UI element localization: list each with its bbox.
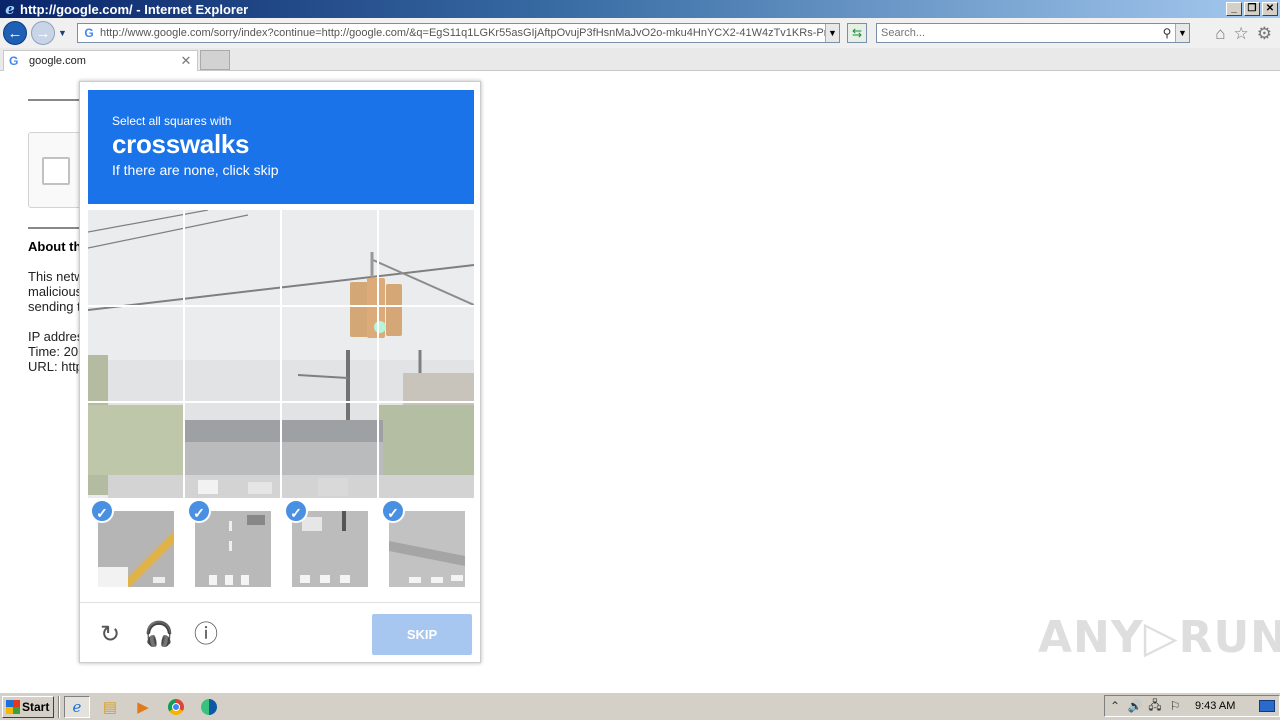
show-desktop-icon[interactable] xyxy=(1259,700,1275,712)
challenge-instruction: Select all squares with xyxy=(112,114,232,128)
challenge-hint: If there are none, click skip xyxy=(112,162,279,178)
history-dropdown[interactable]: ▼ xyxy=(58,28,68,38)
search-box[interactable]: ⚲ ▼ xyxy=(876,23,1190,43)
window-title: http://google.com/ - Internet Explorer xyxy=(20,1,249,17)
selected-tile[interactable] xyxy=(98,511,174,587)
media-player-icon[interactable]: ▶ xyxy=(130,696,156,718)
network-icon[interactable]: 🖧 xyxy=(1145,696,1165,717)
headphones-audio-icon[interactable]: 🎧 xyxy=(144,621,174,649)
selected-tile[interactable] xyxy=(292,511,368,587)
info-icon[interactable]: ⓘ xyxy=(192,621,220,649)
selected-check-icon: ✓ xyxy=(284,499,308,523)
settings-gear-icon[interactable]: ⚙ xyxy=(1257,24,1272,44)
crosswalk-tile-image xyxy=(292,511,368,587)
tab-label: google.com xyxy=(29,55,86,67)
navigation-bar: ← → ▼ G http://www.google.com/sorry/inde… xyxy=(0,18,1280,48)
internet-explorer-icon: e xyxy=(5,0,15,18)
tray-expand-icon[interactable]: ⌃ xyxy=(1105,699,1125,713)
close-button[interactable]: ✕ xyxy=(1262,2,1278,16)
search-input[interactable] xyxy=(877,27,1159,39)
challenge-footer: ↻ 🎧 ⓘ SKIP xyxy=(80,602,480,662)
taskbar-separator xyxy=(58,695,60,718)
selected-tile[interactable] xyxy=(389,511,465,587)
favorites-star-icon[interactable]: ☆ xyxy=(1234,24,1249,44)
tab-bar: G google.com ✕ xyxy=(0,48,1280,71)
crosswalk-tile-image xyxy=(98,511,174,587)
reload-icon[interactable]: ↻ xyxy=(96,621,124,649)
minimize-button[interactable]: _ xyxy=(1226,2,1242,16)
address-dropdown[interactable]: ▼ xyxy=(825,24,839,42)
grid-overlay xyxy=(88,210,474,498)
crosswalk-tile-image xyxy=(389,511,465,587)
selected-tile[interactable] xyxy=(195,511,271,587)
toolbar-icons: ⌂ ☆ ⚙ xyxy=(1215,24,1272,44)
window-titlebar: e http://google.com/ - Internet Explorer… xyxy=(0,0,1280,18)
google-favicon-icon: G xyxy=(84,26,94,40)
new-tab-button[interactable] xyxy=(200,50,230,70)
window-controls: _ ❐ ✕ xyxy=(1226,2,1278,16)
search-dropdown[interactable]: ▼ xyxy=(1175,24,1189,42)
internet-explorer-icon[interactable]: e xyxy=(64,695,90,718)
system-tray: ⌃ 🔊 🖧 ⚐ 9:43 AM xyxy=(1104,695,1280,717)
challenge-image-grid[interactable] xyxy=(88,210,474,498)
chrome-icon[interactable] xyxy=(163,696,189,718)
forward-button[interactable]: → xyxy=(31,21,55,45)
anyrun-watermark: ANY▷RUN xyxy=(1038,612,1280,663)
start-label: Start xyxy=(22,699,50,714)
clock[interactable]: 9:43 AM xyxy=(1195,700,1235,712)
tab-google[interactable]: G google.com ✕ xyxy=(3,50,198,71)
selected-check-icon: ✓ xyxy=(90,499,114,523)
challenge-keyword: crosswalks xyxy=(112,129,250,159)
restore-button[interactable]: ❐ xyxy=(1244,2,1260,16)
home-icon[interactable]: ⌂ xyxy=(1215,24,1225,44)
close-tab-icon[interactable]: ✕ xyxy=(179,53,193,69)
taskbar: Start e ▤ ▶ ⌃ 🔊 🖧 ⚐ 9:43 AM xyxy=(0,692,1280,720)
file-explorer-icon[interactable]: ▤ xyxy=(97,696,123,718)
arrow-right-icon: → xyxy=(35,24,51,42)
compatibility-refresh-button[interactable]: ⇆ xyxy=(847,23,867,43)
action-center-flag-icon[interactable]: ⚐ xyxy=(1165,699,1185,713)
selected-tiles-row: ✓ ✓ ✓ ✓ xyxy=(88,499,474,602)
address-url[interactable]: http://www.google.com/sorry/index?contin… xyxy=(100,27,825,39)
skip-button[interactable]: SKIP xyxy=(372,614,472,655)
start-button[interactable]: Start xyxy=(2,695,54,718)
crosswalk-tile-image xyxy=(195,511,271,587)
google-favicon-icon: G xyxy=(9,54,19,68)
edge-icon[interactable] xyxy=(196,696,222,718)
back-button[interactable]: ← xyxy=(3,21,27,45)
address-bar[interactable]: G http://www.google.com/sorry/index?cont… xyxy=(77,23,840,43)
refresh-icon: ⇆ xyxy=(851,26,863,40)
recaptcha-challenge-dialog: Select all squares with crosswalks If th… xyxy=(79,81,481,663)
selected-check-icon: ✓ xyxy=(187,499,211,523)
volume-icon[interactable]: 🔊 xyxy=(1125,699,1145,713)
selected-check-icon: ✓ xyxy=(381,499,405,523)
search-icon[interactable]: ⚲ xyxy=(1159,26,1175,40)
arrow-left-icon: ← xyxy=(7,24,23,42)
challenge-header: Select all squares with crosswalks If th… xyxy=(88,90,474,204)
windows-logo-icon xyxy=(6,699,20,714)
recaptcha-checkbox[interactable] xyxy=(42,157,70,185)
